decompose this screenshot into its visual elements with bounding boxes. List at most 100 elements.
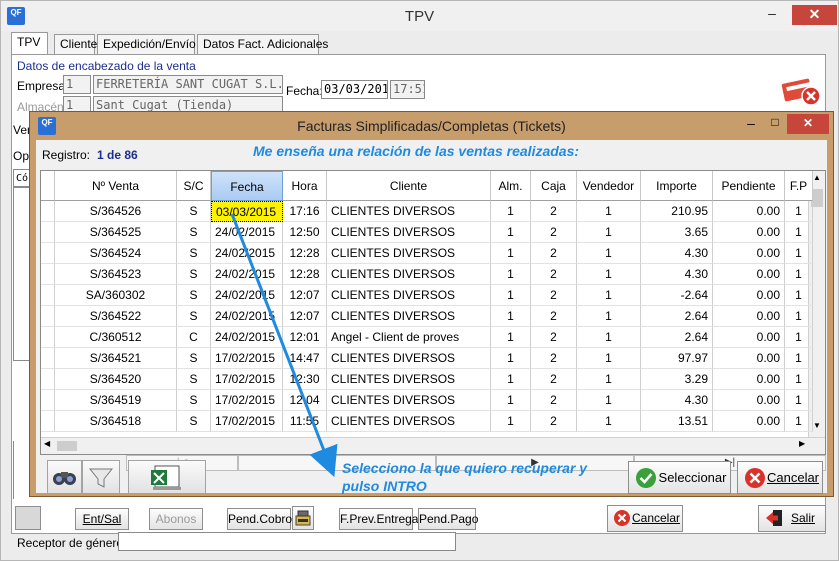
table-cell-hora[interactable]: 17:16 bbox=[283, 201, 327, 222]
table-cell-fecha[interactable]: 24/02/2015 bbox=[211, 243, 283, 264]
row-selector[interactable] bbox=[41, 201, 55, 222]
dialog-maximize-button[interactable]: □ bbox=[763, 115, 787, 133]
dialog-cancelar-button[interactable]: Cancelar bbox=[737, 461, 823, 494]
table-cell-sc[interactable]: S bbox=[177, 285, 211, 306]
salir-button[interactable]: Salir bbox=[758, 505, 826, 532]
abonos-button[interactable]: Abonos bbox=[149, 508, 203, 530]
table-cell-hora[interactable]: 12:04 bbox=[283, 390, 327, 411]
table-cell-sc[interactable]: S bbox=[177, 411, 211, 432]
table-cell-alm[interactable]: 1 bbox=[491, 306, 531, 327]
table-cell-cliente[interactable]: CLIENTES DIVERSOS bbox=[327, 369, 491, 390]
cash-drawer-button[interactable] bbox=[292, 506, 314, 530]
table-cell-hora[interactable]: 11:55 bbox=[283, 411, 327, 432]
table-cell-fp[interactable]: 1 bbox=[785, 411, 813, 432]
table-cell-cliente[interactable]: CLIENTES DIVERSOS bbox=[327, 243, 491, 264]
table-cell-no-venta[interactable]: S/364523 bbox=[55, 264, 177, 285]
table-cell-fecha[interactable]: 17/02/2015 bbox=[211, 411, 283, 432]
table-cell-alm[interactable]: 1 bbox=[491, 285, 531, 306]
table-cell-caja[interactable]: 2 bbox=[531, 243, 577, 264]
table-cell-alm[interactable]: 1 bbox=[491, 348, 531, 369]
almacen-code-field[interactable]: 1 bbox=[63, 96, 91, 112]
table-cell-alm[interactable]: 1 bbox=[491, 411, 531, 432]
pend-cobro-button[interactable]: Pend.Cobro bbox=[227, 508, 292, 530]
tab-tpv[interactable]: TPV bbox=[11, 32, 48, 54]
table-cell-caja[interactable]: 2 bbox=[531, 390, 577, 411]
cancel-sale-icon[interactable] bbox=[779, 75, 825, 107]
table-cell-cliente[interactable]: CLIENTES DIVERSOS bbox=[327, 390, 491, 411]
table-cell-vendedor[interactable]: 1 bbox=[577, 201, 641, 222]
table-cell-fp[interactable]: 1 bbox=[785, 264, 813, 285]
table-cell-hora[interactable]: 12:07 bbox=[283, 306, 327, 327]
table-cell-sc[interactable]: S bbox=[177, 348, 211, 369]
table-cell-hora[interactable]: 12:07 bbox=[283, 285, 327, 306]
table-cell-caja[interactable]: 2 bbox=[531, 327, 577, 348]
grid-horizontal-scrollbar[interactable]: ◀ ▶ bbox=[41, 437, 825, 454]
table-cell-sc[interactable]: S bbox=[177, 369, 211, 390]
table-cell-fp[interactable]: 1 bbox=[785, 243, 813, 264]
col-hora-header[interactable]: Hora bbox=[283, 171, 327, 201]
table-cell-alm[interactable]: 1 bbox=[491, 222, 531, 243]
table-cell-importe[interactable]: 2.64 bbox=[641, 327, 713, 348]
table-cell-importe[interactable]: 3.29 bbox=[641, 369, 713, 390]
table-cell-no-venta[interactable]: SA/360302 bbox=[55, 285, 177, 306]
table-cell-importe[interactable]: 210.95 bbox=[641, 201, 713, 222]
table-cell-vendedor[interactable]: 1 bbox=[577, 243, 641, 264]
minimize-button[interactable]: – bbox=[758, 5, 786, 23]
tab-datos-fact-adicionales[interactable]: Datos Fact. Adicionales bbox=[197, 34, 328, 54]
side-toggle-button[interactable] bbox=[15, 506, 41, 530]
seleccionar-button[interactable]: Seleccionar bbox=[628, 461, 731, 494]
col-alm-header[interactable]: Alm. bbox=[491, 171, 531, 201]
table-cell-cliente[interactable]: CLIENTES DIVERSOS bbox=[327, 411, 491, 432]
table-cell-vendedor[interactable]: 1 bbox=[577, 348, 641, 369]
table-cell-hora[interactable]: 12:30 bbox=[283, 369, 327, 390]
table-cell-cliente[interactable]: CLIENTES DIVERSOS bbox=[327, 222, 491, 243]
table-cell-vendedor[interactable]: 1 bbox=[577, 285, 641, 306]
table-cell-cliente[interactable]: CLIENTES DIVERSOS bbox=[327, 306, 491, 327]
col-fp-header[interactable]: F.P bbox=[785, 171, 813, 201]
scroll-left-icon[interactable]: ◀ bbox=[44, 439, 50, 448]
table-cell-fp[interactable]: 1 bbox=[785, 201, 813, 222]
export-excel-button[interactable] bbox=[128, 460, 206, 494]
table-cell-pendiente[interactable]: 0.00 bbox=[713, 390, 785, 411]
table-cell-pendiente[interactable]: 0.00 bbox=[713, 369, 785, 390]
ent-sal-button[interactable]: Ent/Sal bbox=[75, 508, 129, 530]
table-cell-caja[interactable]: 2 bbox=[531, 222, 577, 243]
col-vendedor-header[interactable]: Vendedor bbox=[577, 171, 641, 201]
row-selector[interactable] bbox=[41, 348, 55, 369]
table-cell-fp[interactable]: 1 bbox=[785, 306, 813, 327]
table-cell-sc[interactable]: S bbox=[177, 243, 211, 264]
table-cell-alm[interactable]: 1 bbox=[491, 369, 531, 390]
table-cell-no-venta[interactable]: S/364518 bbox=[55, 411, 177, 432]
table-cell-no-venta[interactable]: S/364520 bbox=[55, 369, 177, 390]
receptor-field[interactable] bbox=[118, 532, 456, 551]
row-selector[interactable] bbox=[41, 285, 55, 306]
row-selector[interactable] bbox=[41, 390, 55, 411]
table-cell-no-venta[interactable]: S/364526 bbox=[55, 201, 177, 222]
table-cell-no-venta[interactable]: S/364521 bbox=[55, 348, 177, 369]
table-cell-sc[interactable]: S bbox=[177, 306, 211, 327]
row-selector[interactable] bbox=[41, 264, 55, 285]
table-cell-sc[interactable]: S bbox=[177, 222, 211, 243]
table-cell-fecha[interactable]: 17/02/2015 bbox=[211, 369, 283, 390]
table-cell-cliente[interactable]: CLIENTES DIVERSOS bbox=[327, 348, 491, 369]
table-cell-pendiente[interactable]: 0.00 bbox=[713, 306, 785, 327]
table-cell-no-venta[interactable]: S/364524 bbox=[55, 243, 177, 264]
table-cell-hora[interactable]: 14:47 bbox=[283, 348, 327, 369]
table-cell-pendiente[interactable]: 0.00 bbox=[713, 327, 785, 348]
table-cell-fecha[interactable]: 24/02/2015 bbox=[211, 306, 283, 327]
col-pendiente-header[interactable]: Pendiente bbox=[713, 171, 785, 201]
col-importe-header[interactable]: Importe bbox=[641, 171, 713, 201]
table-cell-alm[interactable]: 1 bbox=[491, 390, 531, 411]
row-selector[interactable] bbox=[41, 243, 55, 264]
table-cell-no-venta[interactable]: C/360512 bbox=[55, 327, 177, 348]
table-cell-fecha[interactable]: 24/02/2015 bbox=[211, 327, 283, 348]
table-cell-caja[interactable]: 2 bbox=[531, 201, 577, 222]
tab-cliente[interactable]: Cliente bbox=[54, 34, 97, 54]
table-cell-pendiente[interactable]: 0.00 bbox=[713, 411, 785, 432]
table-cell-no-venta[interactable]: S/364519 bbox=[55, 390, 177, 411]
table-cell-hora[interactable]: 12:01 bbox=[283, 327, 327, 348]
table-cell-vendedor[interactable]: 1 bbox=[577, 369, 641, 390]
table-cell-importe[interactable]: 97.97 bbox=[641, 348, 713, 369]
table-cell-pendiente[interactable]: 0.00 bbox=[713, 243, 785, 264]
table-cell-vendedor[interactable]: 1 bbox=[577, 411, 641, 432]
